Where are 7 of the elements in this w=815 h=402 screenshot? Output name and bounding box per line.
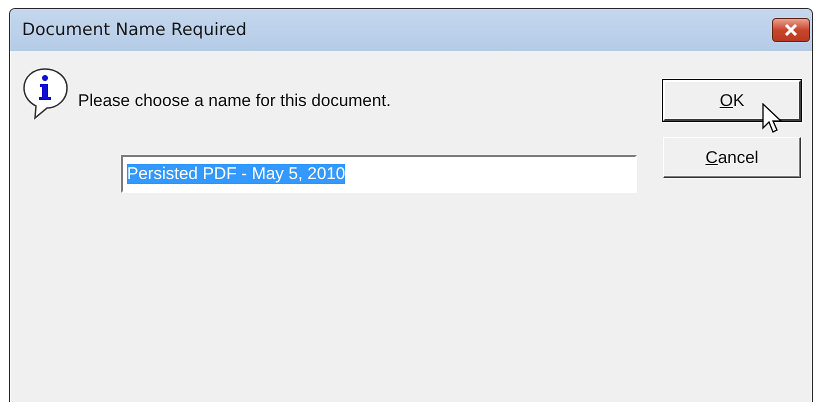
cursor-icon — [762, 103, 784, 135]
ok-button[interactable]: OK — [663, 80, 801, 121]
message-text: Please choose a name for this document. — [78, 91, 391, 111]
close-icon — [784, 24, 798, 36]
close-button[interactable] — [772, 18, 810, 42]
cancel-button[interactable]: Cancel — [663, 137, 801, 178]
window-title: Document Name Required — [22, 20, 247, 40]
